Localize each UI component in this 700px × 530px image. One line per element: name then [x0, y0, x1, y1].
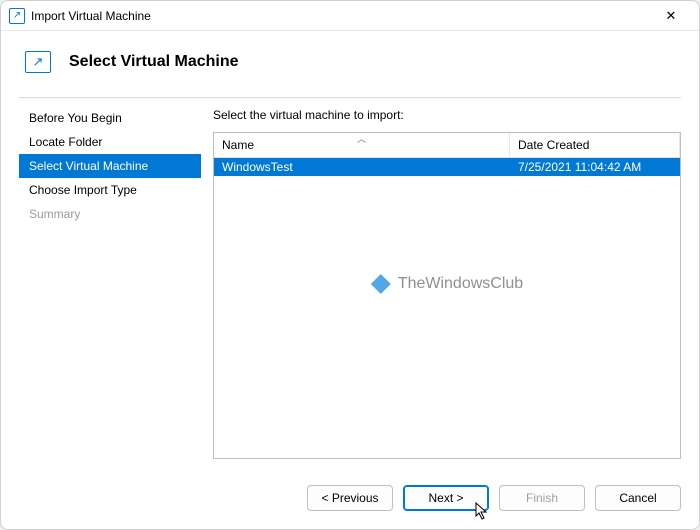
app-icon: ↗	[9, 8, 25, 24]
vm-list-header: Name ︿ Date Created	[214, 133, 680, 158]
step-select-virtual-machine[interactable]: Select Virtual Machine	[19, 154, 201, 178]
previous-button[interactable]: < Previous	[307, 485, 393, 511]
step-choose-import-type[interactable]: Choose Import Type	[19, 178, 201, 202]
window-title: Import Virtual Machine	[31, 9, 151, 23]
column-header-name[interactable]: Name ︿	[214, 133, 510, 157]
column-date-label: Date Created	[518, 138, 589, 152]
watermark-logo-icon	[371, 274, 391, 294]
column-header-date-created[interactable]: Date Created	[510, 133, 680, 157]
vm-list-body: WindowsTest 7/25/2021 11:04:42 AM TheWin…	[214, 158, 680, 458]
wizard-steps-sidebar: Before You Begin Locate Folder Select Vi…	[19, 98, 201, 469]
sort-indicator-icon: ︿	[357, 132, 366, 145]
watermark: TheWindowsClub	[371, 274, 523, 294]
titlebar: ↗ Import Virtual Machine ✕	[1, 1, 699, 31]
main-panel: Select the virtual machine to import: Na…	[201, 98, 681, 469]
wizard-header: ↗ Select Virtual Machine	[1, 31, 699, 97]
vm-list: Name ︿ Date Created WindowsTest 7/25/202…	[213, 132, 681, 459]
import-icon: ↗	[25, 51, 51, 73]
step-locate-folder[interactable]: Locate Folder	[19, 130, 201, 154]
page-title: Select Virtual Machine	[69, 53, 239, 71]
vm-name-cell: WindowsTest	[214, 158, 510, 176]
step-summary: Summary	[19, 202, 201, 226]
next-button[interactable]: Next >	[403, 485, 489, 511]
instruction-text: Select the virtual machine to import:	[213, 108, 681, 122]
cancel-button[interactable]: Cancel	[595, 485, 681, 511]
finish-button: Finish	[499, 485, 585, 511]
wizard-body: Before You Begin Locate Folder Select Vi…	[19, 97, 681, 469]
vm-date-cell: 7/25/2021 11:04:42 AM	[510, 158, 680, 176]
close-button[interactable]: ✕	[651, 2, 691, 30]
watermark-text: TheWindowsClub	[398, 275, 523, 293]
import-vm-window: ↗ Import Virtual Machine ✕ ↗ Select Virt…	[0, 0, 700, 530]
column-name-label: Name	[222, 138, 254, 152]
step-before-you-begin[interactable]: Before You Begin	[19, 106, 201, 130]
wizard-footer: < Previous Next > Finish Cancel	[1, 469, 699, 529]
vm-row[interactable]: WindowsTest 7/25/2021 11:04:42 AM	[214, 158, 680, 176]
